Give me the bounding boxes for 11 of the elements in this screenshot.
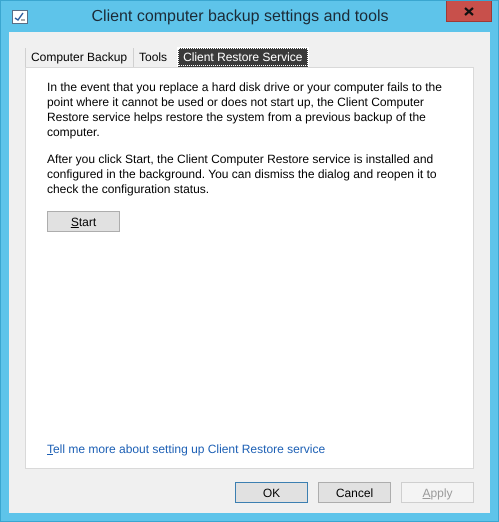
tab[interactable]: Client Restore Service — [177, 47, 310, 67]
dialog-button[interactable]: Cancel — [318, 482, 391, 503]
close-icon — [464, 6, 474, 16]
description-text: In the event that you replace a hard disk drive or your computer fails to the point where it cannot be used or does not start up, the Client Computer Restore service helps restore the system from a previous backup of the computer. — [47, 80, 443, 140]
description-text: After you click Start, the Client Computer Restore service is installed and configured in the background. You can dismiss the dialog and reopen it to check the configuration status. — [47, 152, 438, 197]
help-link[interactable]: Tell me more about setting up Client Restore service — [47, 442, 326, 456]
start-button[interactable]: Start — [47, 211, 120, 232]
close-button[interactable] — [446, 1, 492, 22]
dialog-button[interactable]: OK — [235, 482, 308, 503]
window-title: Client computer backup settings and tools — [90, 8, 390, 26]
checkmark-window-icon — [12, 10, 28, 24]
